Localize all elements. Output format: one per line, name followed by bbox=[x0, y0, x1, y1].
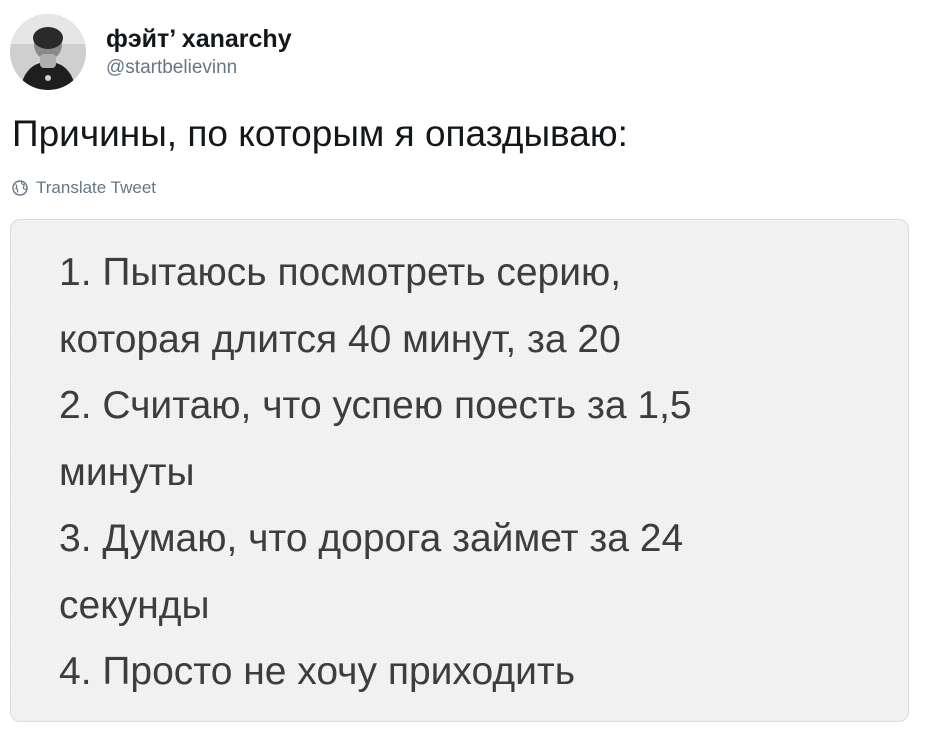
avatar[interactable] bbox=[10, 14, 86, 90]
display-name[interactable]: фэйт’ xanarchy bbox=[106, 24, 292, 54]
image-text-line: 1. Пытаюсь посмотреть серию, bbox=[59, 251, 622, 294]
image-text-line: 2. Считаю, что успею поесть за 1,5 bbox=[59, 384, 692, 427]
globe-icon bbox=[12, 180, 28, 196]
image-text-line: 4. Просто не хочу приходить bbox=[59, 650, 576, 693]
translate-tweet-link[interactable]: Translate Tweet bbox=[12, 178, 156, 198]
author-names: фэйт’ xanarchy @startbelievinn bbox=[106, 24, 292, 80]
image-text-line: 3. Думаю, что дорога займет за 24 bbox=[59, 517, 684, 560]
image-text-list: 1. Пытаюсь посмотреть серию, которая дли… bbox=[59, 240, 692, 706]
image-text-line: минуты bbox=[59, 450, 195, 494]
tweet-text: Причины, по которым я опаздываю: bbox=[12, 113, 628, 154]
tweet: фэйт’ xanarchy @startbelievinn Причины, … bbox=[0, 0, 934, 736]
translate-label: Translate Tweet bbox=[36, 178, 157, 197]
tweet-header: фэйт’ xanarchy @startbelievinn bbox=[10, 12, 292, 92]
image-text-line: секунды bbox=[59, 583, 210, 627]
username[interactable]: @startbelievinn bbox=[106, 56, 292, 80]
profile-photo-icon bbox=[10, 14, 86, 90]
attached-image[interactable]: 1. Пытаюсь посмотреть серию, которая дли… bbox=[10, 219, 909, 722]
image-text-line: которая длится 40 минут, за 20 bbox=[59, 317, 621, 361]
